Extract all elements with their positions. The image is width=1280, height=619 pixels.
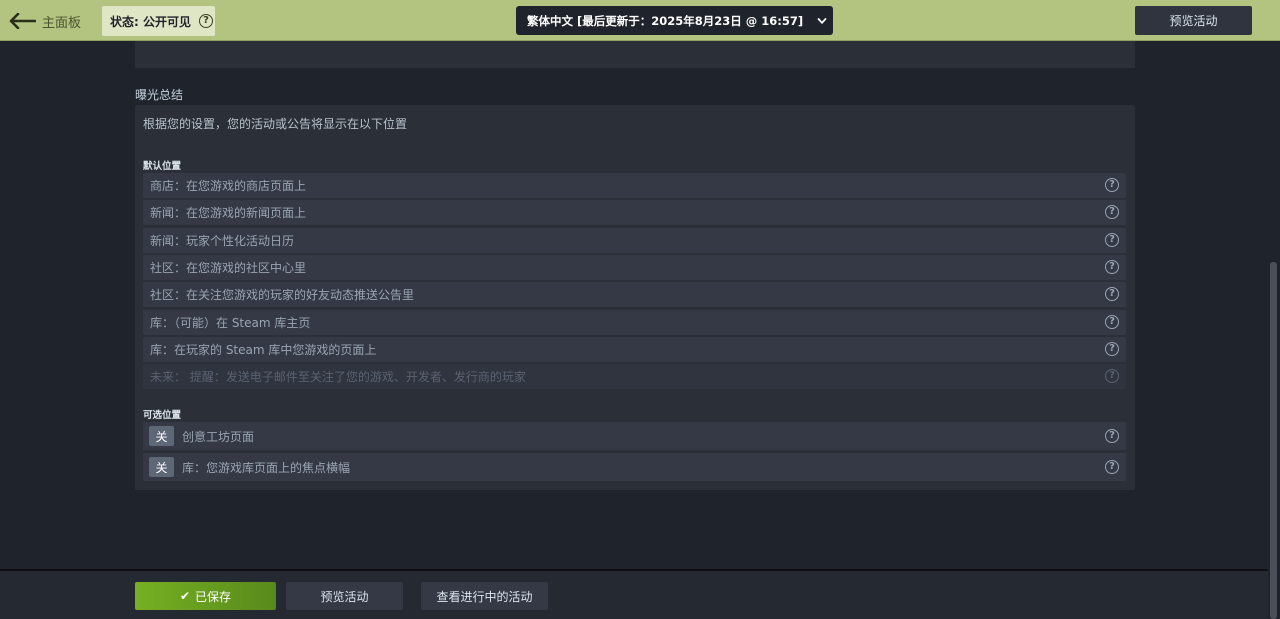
location-label: 库：在玩家的 Steam 库中您游戏的页面上 (150, 343, 377, 357)
location-label: 社区：在关注您游戏的玩家的好友动态推送公告里 (150, 288, 415, 302)
arrow-left-icon (8, 13, 36, 29)
location-row: 社区：在您游戏的社区中心里 ? (143, 255, 1126, 280)
exposure-summary-title: 曝光总结 (135, 88, 184, 102)
location-label: 社区：在您游戏的社区中心里 (150, 261, 307, 275)
chevron-down-icon (817, 15, 827, 29)
optional-location-row: 关 创意工坊页面 ? (143, 422, 1126, 450)
location-label: 新闻：玩家个性化活动日历 (150, 234, 295, 248)
help-icon[interactable]: ? (1105, 205, 1119, 219)
back-to-dashboard-link[interactable]: 主面板 (8, 10, 81, 32)
location-row: 商店：在您游戏的商店页面上 ? (143, 173, 1126, 198)
saved-label: 已保存 (195, 589, 232, 604)
help-icon[interactable]: ? (1105, 429, 1119, 443)
previous-section-panel (135, 41, 1135, 68)
view-ongoing-events-button[interactable]: 查看进行中的活动 (421, 582, 548, 610)
default-locations-label: 默认位置 (143, 161, 182, 172)
location-label: 新闻：在您游戏的新闻页面上 (150, 206, 307, 220)
location-label: 库：（可能）在 Steam 库主页 (150, 316, 311, 330)
location-row: 新闻：玩家个性化活动日历 ? (143, 228, 1126, 253)
scrollbar-thumb[interactable] (1270, 262, 1277, 619)
top-bar: 主面板 状态: 公开可见 ? 繁体中文 [最后更新于：2025年8月23日 @ … (0, 0, 1280, 41)
location-label: 商店：在您游戏的商店页面上 (150, 179, 307, 193)
location-label: 未来： 提醒：发送电子邮件至关注了您的游戏、开发者、发行商的玩家 (150, 370, 526, 384)
saved-button[interactable]: ✔ 已保存 (135, 582, 276, 610)
status-label: 状态: 公开可见 (110, 14, 191, 29)
location-row: 库：（可能）在 Steam 库主页 ? (143, 310, 1126, 335)
help-icon[interactable]: ? (198, 14, 213, 28)
language-select-value: 繁体中文 [最后更新于：2025年8月23日 @ 16:57] (527, 13, 804, 28)
help-icon[interactable]: ? (1105, 178, 1119, 192)
check-icon: ✔ (179, 589, 191, 603)
visibility-status: 状态: 公开可见 ? (102, 6, 215, 36)
optional-location-row: 关 库：您游戏库页面上的焦点横幅 ? (143, 453, 1126, 481)
help-icon[interactable]: ? (1105, 369, 1119, 383)
location-row: 社区：在关注您游戏的玩家的好友动态推送公告里 ? (143, 282, 1126, 307)
help-icon[interactable]: ? (1105, 233, 1119, 247)
location-row: 新闻：在您游戏的新闻页面上 ? (143, 200, 1126, 225)
workshop-toggle[interactable]: 关 (149, 426, 174, 446)
summary-description: 根据您的设置，您的活动或公告将显示在以下位置 (143, 117, 408, 131)
exposure-summary-panel: 根据您的设置，您的活动或公告将显示在以下位置 默认位置 商店：在您游戏的商店页面… (135, 105, 1135, 490)
back-label: 主面板 (42, 15, 82, 31)
optional-locations-label: 可选位置 (143, 410, 182, 421)
spotlight-banner-toggle[interactable]: 关 (149, 457, 174, 477)
bottom-action-bar: ✔ 已保存 预览活动 查看进行中的活动 (0, 569, 1268, 619)
location-row: 库：在玩家的 Steam 库中您游戏的页面上 ? (143, 337, 1126, 362)
location-label: 库：您游戏库页面上的焦点横幅 (182, 460, 351, 475)
help-icon[interactable]: ? (1105, 287, 1119, 301)
help-icon[interactable]: ? (1105, 460, 1119, 474)
help-icon[interactable]: ? (1105, 342, 1119, 356)
preview-event-button[interactable]: 预览活动 (1135, 6, 1252, 35)
location-row-future: 未来： 提醒：发送电子邮件至关注了您的游戏、开发者、发行商的玩家 ? (143, 364, 1126, 389)
language-select[interactable]: 繁体中文 [最后更新于：2025年8月23日 @ 16:57] (516, 6, 833, 35)
location-label: 创意工坊页面 (182, 429, 255, 444)
help-icon[interactable]: ? (1105, 260, 1119, 274)
help-icon[interactable]: ? (1105, 315, 1119, 329)
preview-event-button-bottom[interactable]: 预览活动 (286, 582, 403, 610)
